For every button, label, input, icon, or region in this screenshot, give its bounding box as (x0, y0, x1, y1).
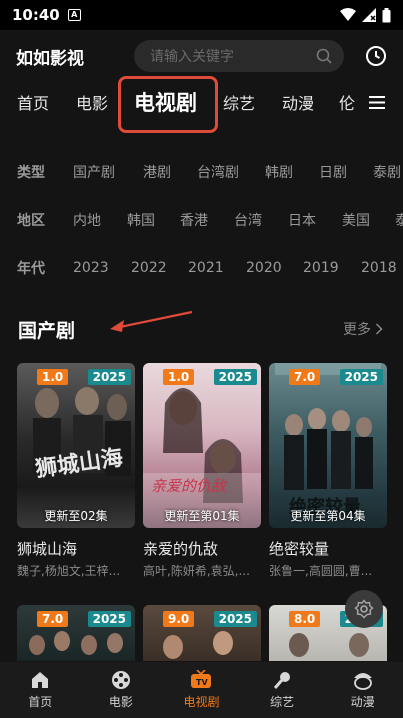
card-cast: 张鲁一,高圆圆,曹... (269, 564, 373, 578)
microphone-icon (273, 672, 291, 689)
filter-option[interactable]: 内地 (73, 210, 101, 230)
nav-variety[interactable]: 综艺 (242, 662, 323, 718)
home-icon (32, 672, 49, 688)
card-title: 绝密较量 (269, 540, 330, 558)
filter-option[interactable]: 香港 (180, 210, 208, 230)
card-title: 狮城山海 (17, 540, 78, 558)
year-badge: 2025 (213, 369, 257, 385)
tab-home[interactable]: 首页 (17, 82, 49, 122)
filter-option[interactable]: 国产剧 (73, 162, 115, 182)
year-badge: 2025 (213, 611, 257, 627)
sim-icon: A (67, 9, 81, 21)
filter-option[interactable]: 韩国 (127, 210, 155, 230)
filter-option[interactable]: 韩剧 (265, 162, 293, 182)
film-reel-icon (111, 671, 130, 689)
status-icons (340, 7, 391, 23)
card-cast: 高叶,陈妍希,袁弘,... (143, 564, 250, 578)
section-title: 国产剧 (18, 319, 76, 342)
card-title: 亲爱的仇敌 (143, 540, 219, 558)
drama-card[interactable]: 绝密较量 7.0 2025 更新至第04集 绝密较量 张鲁一,高圆圆,曹... (269, 363, 387, 579)
filter-option[interactable]: 台湾 (234, 210, 262, 230)
tab-movies[interactable]: 电影 (76, 82, 108, 122)
more-label: 更多 (343, 322, 371, 338)
episode-status: 更新至第04集 (290, 509, 366, 523)
filter-option[interactable]: 日剧 (319, 162, 347, 182)
nav-label: 综艺 (270, 695, 295, 709)
nav-label: 电影 (108, 695, 133, 709)
active-tab-highlight-box (118, 76, 218, 133)
episode-status: 更新至02集 (44, 509, 108, 523)
gear-icon (354, 599, 374, 619)
status-bar: 10:40 A (0, 0, 403, 30)
tv-icon: TV (191, 670, 212, 688)
card-cast: 魏子,杨旭文,王梓... (17, 564, 121, 578)
filter-option[interactable]: 2023 (73, 260, 109, 276)
signal-icon (362, 8, 376, 22)
episode-status: 更新至第01集 (164, 509, 240, 523)
year-badge: 2025 (339, 369, 383, 385)
nav-label: 动漫 (350, 695, 375, 709)
battery-icon (382, 7, 391, 22)
drama-card[interactable]: 9.0 2025 (143, 605, 261, 661)
poster-image: 亲爱的仇敌 1.0 2025 更新至第01集 (143, 363, 261, 528)
filter-label-year: 年代 (17, 261, 45, 277)
annotation-arrow-icon (110, 310, 193, 332)
poster-image: 绝密较量 7.0 2025 更新至第04集 (269, 363, 387, 528)
score-badge: 1.0 (37, 369, 69, 385)
app-title: 如如影视 (16, 48, 84, 69)
svg-text:TV: TV (196, 678, 208, 687)
filter-option[interactable]: 2020 (246, 260, 282, 276)
tab-anime[interactable]: 动漫 (282, 82, 314, 122)
section-header: 国产剧 更多 (0, 312, 403, 346)
tab-variety[interactable]: 综艺 (223, 82, 255, 122)
filter-row-type: 类型 国产剧 港剧 台湾剧 韩剧 日剧 泰剧 (0, 158, 403, 186)
filter-option[interactable]: 台湾剧 (197, 162, 239, 182)
filter-option[interactable]: 2022 (131, 260, 167, 276)
nav-tv-series[interactable]: TV 电视剧 (161, 662, 242, 718)
anime-icon (353, 673, 372, 690)
status-time: 10:40 (12, 6, 60, 24)
drama-card[interactable]: 亲爱的仇敌 1.0 2025 更新至第01集 亲爱的仇敌 高叶,陈妍希,袁弘,.… (143, 363, 261, 579)
bottom-nav: 首页 电影 TV 电视剧 综艺 动漫 (0, 662, 403, 718)
filter-option[interactable]: 2019 (303, 260, 339, 276)
filter-option[interactable]: 泰剧 (373, 162, 401, 182)
nav-home[interactable]: 首页 (0, 662, 81, 718)
score-badge: 8.0 (289, 611, 321, 627)
drama-card[interactable]: 狮城山海 1.0 2025 更新至02集 狮城山海 魏子,杨旭文,王梓... (17, 363, 135, 579)
year-badge: 2025 (87, 611, 131, 627)
filter-option[interactable]: 2021 (188, 260, 224, 276)
filter-row-year: 年代 2023 2022 2021 2020 2019 2018 (0, 254, 403, 282)
score-badge: 1.0 (163, 369, 195, 385)
nav-label: 电视剧 (183, 695, 220, 709)
filter-option[interactable]: 港剧 (143, 162, 171, 182)
settings-fab[interactable] (345, 590, 383, 628)
history-icon[interactable] (365, 45, 387, 67)
tab-ethics[interactable]: 伦 (339, 82, 355, 122)
app-bar: 如如影视 请输入关键字 (0, 30, 403, 82)
svg-text:亲爱的仇敌: 亲爱的仇敌 (151, 477, 228, 495)
score-badge: 7.0 (37, 611, 69, 627)
chevron-right-icon (375, 323, 383, 335)
filter-option[interactable]: 日本 (288, 210, 316, 230)
score-badge: 7.0 (289, 369, 321, 385)
more-button[interactable]: 更多 (343, 319, 383, 339)
drama-card[interactable]: 7.0 2025 (17, 605, 135, 661)
year-badge: 2025 (87, 369, 131, 385)
filter-label-region: 地区 (17, 213, 45, 229)
nav-movies[interactable]: 电影 (81, 662, 162, 718)
nav-label: 首页 (28, 695, 53, 709)
poster-image: 狮城山海 1.0 2025 更新至02集 (17, 363, 135, 528)
wifi-icon (340, 8, 356, 21)
filter-option[interactable]: 2018 (361, 260, 397, 276)
filter-option[interactable]: 泰 (395, 210, 403, 230)
filter-row-region: 地区 内地 韩国 香港 台湾 日本 美国 泰 (0, 206, 403, 234)
menu-icon[interactable] (369, 96, 385, 109)
search-input[interactable]: 请输入关键字 (134, 40, 344, 72)
search-icon[interactable] (316, 48, 332, 64)
score-badge: 9.0 (163, 611, 195, 627)
nav-anime[interactable]: 动漫 (322, 662, 403, 718)
filter-option[interactable]: 美国 (342, 210, 370, 230)
search-placeholder: 请输入关键字 (150, 49, 234, 65)
filter-label-type: 类型 (17, 165, 45, 181)
